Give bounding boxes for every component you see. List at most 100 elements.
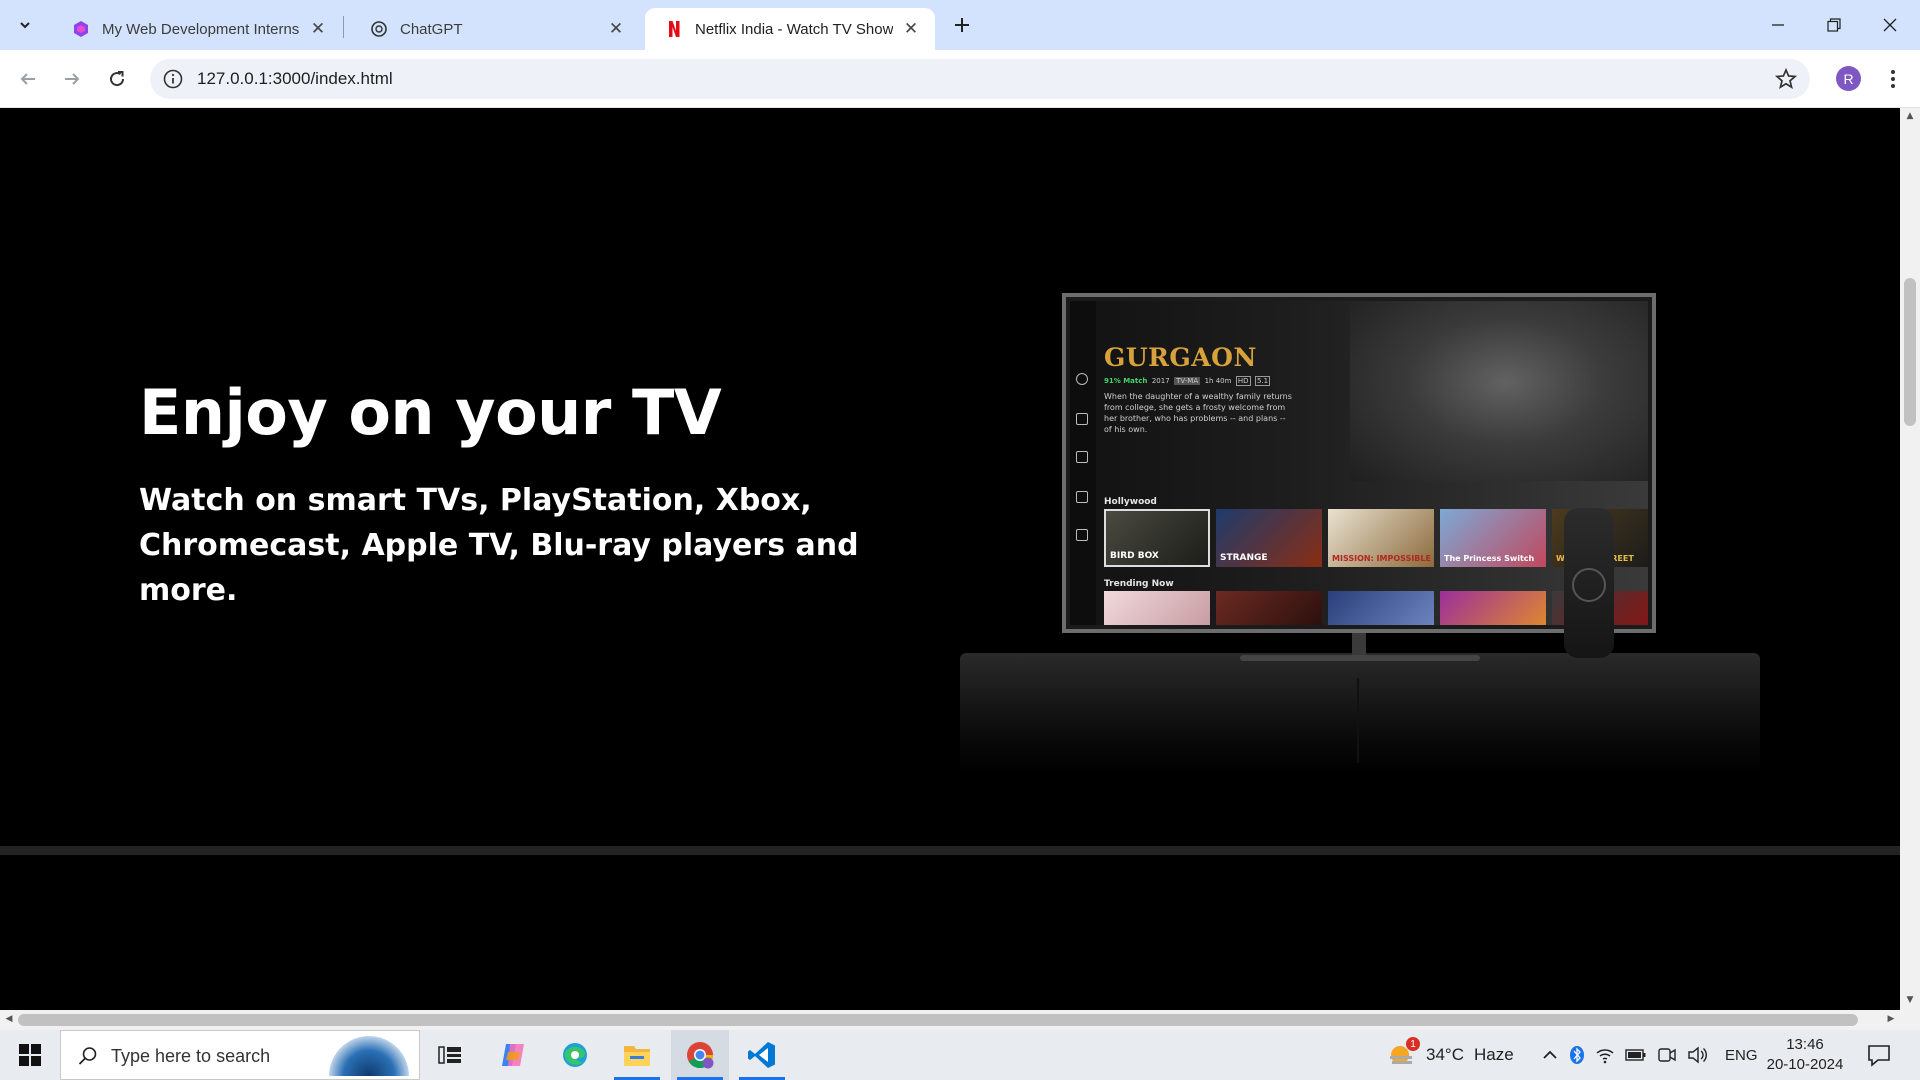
thumbnail: STRANGE <box>1216 509 1322 567</box>
language-indicator[interactable]: ENG <box>1725 1047 1758 1064</box>
meet-now-icon[interactable] <box>1657 1046 1677 1064</box>
chevron-up-icon[interactable] <box>1541 1046 1559 1064</box>
windows-logo-icon <box>19 1044 41 1066</box>
plus-icon <box>955 18 969 32</box>
taskbar-search[interactable]: Type here to search <box>60 1030 420 1080</box>
new-tab-button[interactable] <box>948 11 976 39</box>
show-quality: HD <box>1235 376 1251 386</box>
show-title: GURGAON <box>1104 343 1257 372</box>
netflix-n-icon <box>669 21 680 37</box>
file-explorer-button[interactable] <box>608 1030 666 1080</box>
clock-time: 13:46 <box>1786 1036 1824 1053</box>
tv-stand-base <box>1240 655 1480 661</box>
thumbnail: The Princess Switch <box>1440 509 1546 567</box>
weather-icon: 1 <box>1386 1037 1420 1071</box>
show-duration: 1h 40m <box>1204 377 1232 385</box>
section-divider <box>0 846 1900 855</box>
back-button[interactable] <box>14 65 42 93</box>
close-icon[interactable]: ✕ <box>606 19 626 39</box>
system-tray: ENG <box>1541 1030 1758 1080</box>
vertical-scrollbar[interactable]: ▲ ▼ <box>1900 108 1920 1010</box>
address-bar[interactable]: 127.0.0.1:3000/index.html <box>150 59 1810 99</box>
thumbnail-title: BIRD BOX <box>1110 551 1159 561</box>
clock[interactable]: 13:46 20-10-2024 <box>1760 1035 1850 1075</box>
close-icon[interactable]: ✕ <box>901 19 921 39</box>
close-window-button[interactable] <box>1862 0 1918 50</box>
reload-button[interactable] <box>103 65 131 93</box>
battery-icon[interactable] <box>1625 1048 1647 1062</box>
tab-title: My Web Development Internsh <box>102 20 300 38</box>
restore-button[interactable] <box>1806 0 1862 50</box>
thumbnail-title: STRANGE <box>1220 553 1268 563</box>
bluetooth-icon[interactable] <box>1569 1045 1585 1065</box>
notification-icon[interactable] <box>1866 1042 1892 1068</box>
scroll-up-arrow-icon[interactable]: ▲ <box>1904 111 1916 123</box>
scroll-left-arrow-icon[interactable]: ◀ <box>3 1014 15 1026</box>
task-view-button[interactable] <box>421 1030 479 1080</box>
profile-avatar[interactable]: R <box>1836 66 1861 91</box>
copilot-icon <box>502 1044 524 1066</box>
chevron-down-icon <box>20 22 30 29</box>
scroll-right-arrow-icon[interactable]: ▶ <box>1885 1014 1897 1026</box>
copilot-button[interactable] <box>484 1030 542 1080</box>
info-icon[interactable] <box>162 68 184 90</box>
close-icon <box>1883 18 1897 32</box>
tab-title: ChatGPT <box>400 20 463 38</box>
arrow-right-icon <box>65 73 80 85</box>
purple-hex-icon <box>74 21 88 37</box>
weather-temperature: 34°C <box>1426 1045 1464 1064</box>
thumbnail <box>1328 591 1434 625</box>
clock-date: 20-10-2024 <box>1766 1056 1844 1073</box>
remote-wheel <box>1572 568 1606 602</box>
row-label-trending: Trending Now <box>1104 579 1174 589</box>
tv-sidebar <box>1070 301 1096 625</box>
tv-remote <box>1564 508 1614 658</box>
chrome-button[interactable] <box>671 1030 729 1080</box>
tv-icon <box>1076 451 1088 463</box>
start-button[interactable] <box>0 1030 60 1080</box>
wifi-icon[interactable] <box>1595 1046 1615 1064</box>
scrollbar-corner <box>1900 1010 1920 1030</box>
browser-toolbar: 127.0.0.1:3000/index.html R <box>0 50 1920 108</box>
scroll-down-arrow-icon[interactable]: ▼ <box>1904 995 1916 1007</box>
minimize-button[interactable] <box>1750 0 1806 50</box>
vscode-icon <box>748 1042 775 1068</box>
tv-illustration: GURGAON 91% Match 2017 TV-MA 1h 40m HD 5… <box>960 293 1760 773</box>
vscode-button[interactable] <box>733 1030 791 1080</box>
home-icon <box>1076 413 1088 425</box>
show-rating: TV-MA <box>1174 377 1201 385</box>
reload-icon <box>110 71 125 87</box>
browser-menu-button[interactable] <box>1880 65 1906 93</box>
folder-icon <box>624 1046 650 1066</box>
row-label-hollywood: Hollywood <box>1104 497 1157 507</box>
vertical-scroll-thumb[interactable] <box>1904 278 1916 426</box>
tv-cabinet <box>960 653 1760 773</box>
web-page: Enjoy on your TV Watch on smart TVs, Pla… <box>0 108 1900 1010</box>
volume-icon[interactable] <box>1687 1046 1709 1064</box>
thumbnail: MISSION: IMPOSSIBLE <box>1328 509 1434 567</box>
tab-netflix[interactable]: Netflix India - Watch TV Shows ✕ <box>645 8 935 50</box>
show-description: When the daughter of a wealthy family re… <box>1104 392 1292 434</box>
thumbnail-title: MISSION: IMPOSSIBLE <box>1332 554 1431 563</box>
tab-internship[interactable]: My Web Development Internsh ✕ <box>52 8 342 50</box>
tab-separator <box>343 16 344 38</box>
cabinet-divider <box>1357 678 1359 763</box>
bookmark-star-icon[interactable] <box>1774 67 1798 91</box>
tv-stand-neck <box>1352 631 1366 657</box>
edge-button[interactable] <box>546 1030 604 1080</box>
thumbnail <box>1440 591 1546 625</box>
forward-button[interactable] <box>58 65 86 93</box>
search-icon <box>78 1047 97 1065</box>
horizontal-scrollbar[interactable]: ◀ ▶ <box>0 1010 1900 1030</box>
movie-icon <box>1076 491 1088 503</box>
tab-search-button[interactable] <box>12 12 38 38</box>
search-placeholder[interactable]: Type here to search <box>111 1046 270 1067</box>
horizontal-scroll-thumb[interactable] <box>18 1014 1858 1026</box>
tab-chatgpt[interactable]: ChatGPT ✕ <box>350 8 640 50</box>
weather-widget[interactable]: 1 34°C Haze <box>1386 1030 1514 1080</box>
url-text[interactable]: 127.0.0.1:3000/index.html <box>197 69 393 89</box>
minimize-icon <box>1772 24 1784 26</box>
arrow-left-icon <box>20 73 35 85</box>
close-icon[interactable]: ✕ <box>308 19 328 39</box>
thumbnail <box>1216 591 1322 625</box>
